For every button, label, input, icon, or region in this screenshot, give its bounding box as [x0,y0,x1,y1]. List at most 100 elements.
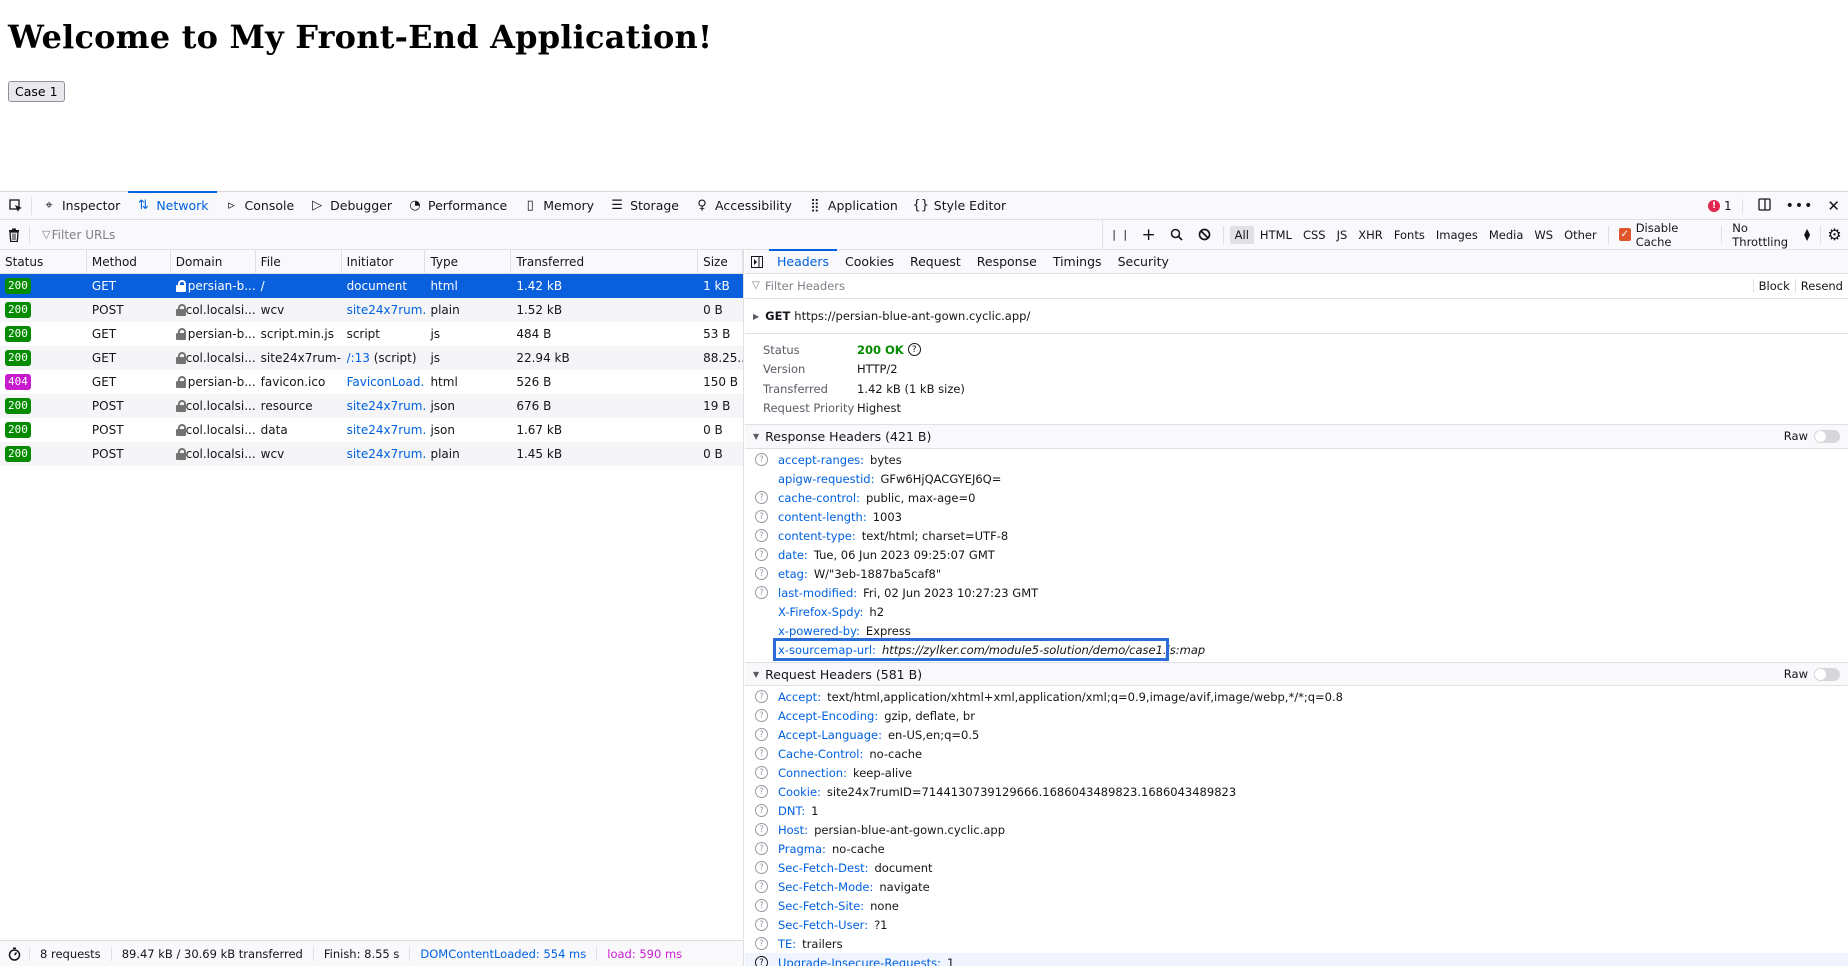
tab-performance[interactable]: ◔ Performance [400,192,515,220]
header-row[interactable]: ? Accept-Encoding: gzip, deflate, br [745,706,1848,725]
help-icon[interactable]: ? [755,785,768,798]
initiator-link[interactable]: site24x7rum... [347,399,426,413]
header-row[interactable]: ? Sec-Fetch-Site: none [745,896,1848,915]
column-header-size[interactable]: Size [698,250,744,273]
header-row[interactable]: ? Sec-Fetch-Mode: navigate [745,877,1848,896]
details-tab-security[interactable]: Security [1110,250,1177,274]
response-raw-toggle[interactable]: Raw [1784,429,1840,443]
header-row[interactable]: ? Sec-Fetch-User: ?1 [745,915,1848,934]
filter-type-html[interactable]: HTML [1255,226,1297,244]
new-request-button[interactable]: + [1137,224,1161,246]
header-row[interactable]: ? last-modified: Fri, 02 Jun 2023 10:27:23… [745,583,1848,602]
column-header-transferred[interactable]: Transferred [511,250,699,273]
table-row[interactable]: 200 POST col.localsi... wcv site24x7rum... pl… [0,442,743,466]
details-tab-response[interactable]: Response [969,250,1045,274]
filter-type-xhr[interactable]: XHR [1353,226,1388,244]
header-row[interactable]: ? etag: W/"3eb-1887ba5caf8" [745,564,1848,583]
help-icon[interactable]: ? [755,956,768,966]
dock-toggle-button[interactable] [1757,197,1772,215]
filter-type-ws[interactable]: WS [1529,226,1558,244]
filter-headers-input[interactable] [745,275,1753,297]
table-row[interactable]: 200GETcol.localsi...site24x7rum-mi/:13 (… [0,346,743,370]
column-header-method[interactable]: Method [87,250,171,273]
header-row[interactable]: X-Firefox-Spdy: h2 [745,602,1848,621]
resend-button[interactable]: Resend [1794,279,1848,293]
help-icon[interactable]: ? [755,918,768,931]
search-button[interactable] [1165,224,1189,246]
header-row[interactable]: ? Cookie: site24x7rumID=7144130739129666.1… [745,782,1848,801]
clear-requests-button[interactable] [0,225,30,244]
column-header-status[interactable]: Status [0,250,87,273]
tab-console[interactable]: ▹ Console [217,192,303,220]
table-row[interactable]: 200 POST col.localsi... resource site24x7rum… [0,394,743,418]
details-tab-cookies[interactable]: Cookies [837,250,902,274]
header-row[interactable]: ? Host: persian-blue-ant-gown.cyclic.app [745,820,1848,839]
tab-style-editor[interactable]: {} Style Editor [906,192,1014,220]
table-row[interactable]: 200 GET persian-b... / document html 1.42 kB 1 … [0,274,743,298]
response-headers-section[interactable]: ▼ Response Headers (421 B) Raw [745,425,1848,449]
help-icon[interactable]: ? [755,510,768,523]
tab-storage[interactable]: ☰ Storage [602,192,687,220]
filter-type-fonts[interactable]: Fonts [1389,226,1430,244]
initiator-link[interactable]: FaviconLoad... [347,375,426,389]
column-header-type[interactable]: Type [425,250,512,273]
help-icon[interactable]: ? [907,343,921,357]
header-row[interactable]: ? Sec-Fetch-Dest: document [745,858,1848,877]
filter-type-images[interactable]: Images [1431,226,1483,244]
help-icon[interactable]: ? [755,586,768,599]
tab-application[interactable]: ⣿ Application [800,192,906,220]
reload-timer[interactable] [0,947,30,961]
header-row[interactable]: ? Accept: text/html,application/xhtml+xml,… [745,687,1848,706]
table-row[interactable]: 200 POST col.localsi... data site24x7rum... j… [0,418,743,442]
help-icon[interactable]: ? [755,766,768,779]
header-row[interactable]: ? TE: trailers [745,934,1848,953]
details-tab-request[interactable]: Request [902,250,969,274]
header-row[interactable]: ? date: Tue, 06 Jun 2023 09:25:07 GMT [745,545,1848,564]
header-row[interactable]: ? content-type: text/html; charset=UTF-8 [745,526,1848,545]
help-icon[interactable]: ? [755,453,768,466]
help-icon[interactable]: ? [755,728,768,741]
header-row[interactable]: ? content-length: 1003 [745,507,1848,526]
element-picker-button[interactable] [0,196,32,215]
header-row[interactable]: ? Pragma: no-cache [745,839,1848,858]
table-row[interactable]: 200 POST col.localsi... wcv site24x7rum... pl… [0,298,743,322]
filter-type-media[interactable]: Media [1484,226,1529,244]
help-icon[interactable]: ? [755,529,768,542]
tab-inspector[interactable]: ⌖ Inspector [34,192,128,220]
toggle-sidebar-button[interactable] [745,255,769,268]
close-devtools-button[interactable]: ✕ [1827,197,1840,215]
block-requests-button[interactable] [1193,224,1217,246]
pause-button[interactable]: | | [1109,224,1133,246]
header-row[interactable]: ? Connection: keep-alive [745,763,1848,782]
tab-network[interactable]: ⇅ Network [128,190,217,220]
header-row[interactable]: ? Upgrade-Insecure-Requests: 1 [745,953,1848,966]
details-tab-headers[interactable]: Headers [769,248,838,274]
header-row[interactable]: ? Cache-Control: no-cache [745,744,1848,763]
details-tab-timings[interactable]: Timings [1045,250,1110,274]
filter-type-js[interactable]: JS [1332,226,1353,244]
table-row[interactable]: 404 GET persian-b... favicon.ico FaviconLoad… [0,370,743,394]
throttling-select[interactable]: No Throttling ▲ ▼ [1721,221,1820,249]
network-settings-button[interactable]: ⚙ [1820,225,1848,244]
help-icon[interactable]: ? [755,747,768,760]
help-icon[interactable]: ? [755,567,768,580]
header-row[interactable]: ? cache-control: public, max-age=0 [745,488,1848,507]
tab-accessibility[interactable]: ♀ Accessibility [687,192,800,220]
help-icon[interactable]: ? [755,823,768,836]
filter-type-other[interactable]: Other [1559,226,1602,244]
filter-urls-input[interactable] [29,223,1100,246]
header-row[interactable]: ? Accept-Language: en-US,en;q=0.5 [745,725,1848,744]
column-header-file[interactable]: File [256,250,342,273]
tab-debugger[interactable]: ▷ Debugger [302,192,400,220]
help-icon[interactable]: ? [755,861,768,874]
table-row[interactable]: 200 GET persian-b... script.min.js script js 4… [0,322,743,346]
help-icon[interactable]: ? [755,937,768,950]
header-row[interactable]: ? DNT: 1 [745,801,1848,820]
column-header-domain[interactable]: Domain [171,250,256,273]
header-row[interactable]: x-sourcemap-url: https://zylker.com/modul… [745,638,1848,661]
error-counter[interactable]: ! 1 [1708,199,1743,213]
column-header-initiator[interactable]: Initiator [342,250,426,273]
help-icon[interactable]: ? [755,899,768,912]
initiator-link[interactable]: /:13 [347,351,370,365]
disable-cache-checkbox[interactable]: ✓ Disable Cache [1607,221,1722,249]
